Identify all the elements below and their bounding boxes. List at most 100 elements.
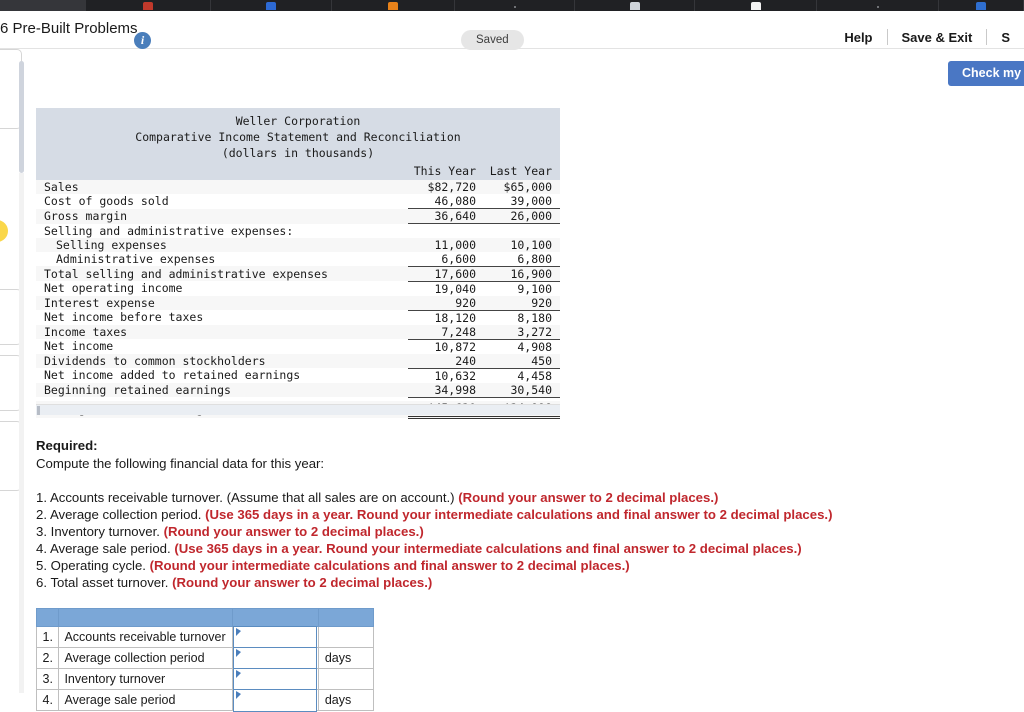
required-item-note: (Use 365 days in a year. Round your inte… <box>174 541 802 556</box>
browser-tab-8[interactable] <box>817 0 939 11</box>
answer-input-cell[interactable] <box>232 626 319 649</box>
statement-value-last-year: 10,100 <box>484 237 560 252</box>
statement-value-this-year: 34,998 <box>408 382 484 398</box>
statement-row: Net income 10,872 4,908 <box>36 339 560 354</box>
answer-row-unit <box>317 668 375 690</box>
required-item-number: 6. <box>36 575 47 590</box>
browser-tab-9[interactable] <box>939 0 1024 11</box>
browser-tab-3[interactable] <box>211 0 332 11</box>
help-button[interactable]: Help <box>830 30 886 45</box>
required-item-text: Total asset turnover. <box>50 575 173 590</box>
answer-row-number: 3. <box>35 668 60 690</box>
header-actions: Help Save & Exit S <box>830 29 1024 45</box>
statement-row: Net income before taxes 18,120 8,180 <box>36 310 560 325</box>
statement-horizontal-scrollbar[interactable] <box>36 404 560 415</box>
required-section: Required: Compute the following financia… <box>36 437 916 591</box>
answer-input[interactable] <box>233 668 318 691</box>
required-item: 2. Average collection period. (Use 365 d… <box>36 506 916 523</box>
financial-statement: Weller Corporation Comparative Income St… <box>36 108 560 419</box>
answer-row-label: Average collection period <box>58 647 234 669</box>
browser-tab-2[interactable] <box>86 0 211 11</box>
answer-input-cell[interactable] <box>232 689 319 712</box>
cell-marker-icon <box>236 670 242 678</box>
required-item-text: Accounts receivable turnover. (Assume th… <box>49 490 459 505</box>
scrollbar-track[interactable] <box>19 173 24 693</box>
answer-table-header-row <box>35 608 375 627</box>
statement-row: Sales $82,720 $65,000 <box>36 180 560 194</box>
scrollbar-thumb[interactable] <box>19 61 24 173</box>
browser-tab-strip <box>0 0 1024 11</box>
answer-table-row: 1. Accounts receivable turnover <box>35 626 375 649</box>
check-my-work-button[interactable]: Check my work <box>948 61 1024 86</box>
statement-value-this-year: 11,000 <box>408 237 484 252</box>
answer-table-head <box>35 608 375 627</box>
statement-row-label: Total selling and administrative expense… <box>36 266 408 281</box>
browser-tab-1[interactable] <box>0 0 86 11</box>
statement-row-label: Beginning retained earnings <box>36 382 408 397</box>
required-item-note: (Round your answer to 2 decimal places.) <box>172 575 433 590</box>
answer-input-cell[interactable] <box>232 647 319 670</box>
statement-title-2: Comparative Income Statement and Reconci… <box>36 129 560 145</box>
statement-row: Cost of goods sold 46,080 39,000 <box>36 194 560 209</box>
required-item: 1. Accounts receivable turnover. (Assume… <box>36 489 916 506</box>
statement-row: Administrative expenses 6,600 6,800 <box>36 251 560 267</box>
statement-row-label: Sales <box>36 180 408 194</box>
browser-tab-5[interactable] <box>455 0 575 11</box>
browser-tab-4[interactable] <box>332 0 455 11</box>
required-item: 5. Operating cycle. (Round your intermed… <box>36 557 916 574</box>
required-item: 6. Total asset turnover. (Round your ans… <box>36 574 916 591</box>
required-item-note: (Round your intermediate calculations an… <box>149 558 630 573</box>
statement-title-3: (dollars in thousands) <box>36 145 560 161</box>
statement-row-label: Selling expenses <box>36 237 408 252</box>
required-item-text: Average sale period. <box>49 541 175 556</box>
statement-row: Gross margin 36,640 26,000 <box>36 208 560 224</box>
statement-row-label: Net operating income <box>36 281 408 296</box>
tab-favicon-icon <box>143 2 153 10</box>
save-and-exit-button[interactable]: Save & Exit <box>888 30 987 45</box>
answer-row-unit: days <box>317 647 375 669</box>
statement-title-row-2: Comparative Income Statement and Reconci… <box>36 129 560 145</box>
answer-input-cell[interactable] <box>232 668 319 691</box>
statement-value-last-year: 4,908 <box>484 339 560 354</box>
statement-value-last-year: 450 <box>484 353 560 369</box>
required-item-number: 4. <box>36 541 47 556</box>
statement-value-last-year: 6,800 <box>484 251 560 267</box>
statement-row: Net income added to retained earnings 10,… <box>36 368 560 383</box>
cell-marker-icon <box>236 628 242 636</box>
browser-tab-6[interactable] <box>575 0 695 11</box>
statement-title-1: Weller Corporation <box>36 108 560 129</box>
left-panel-indicator-circle[interactable] <box>0 220 8 242</box>
statement-head: Weller Corporation Comparative Income St… <box>36 108 560 180</box>
page-title: 6 Pre-Built Problems <box>0 20 138 37</box>
statement-scroll-thumb[interactable] <box>37 406 40 415</box>
answer-input[interactable] <box>233 689 318 712</box>
answer-input[interactable] <box>233 626 318 649</box>
answer-input[interactable] <box>233 647 318 670</box>
statement-value-last-year: $65,000 <box>484 180 560 194</box>
statement-value-this-year: 920 <box>408 295 484 311</box>
required-item-note: (Round your answer to 2 decimal places.) <box>458 490 719 505</box>
statement-row-label: Interest expense <box>36 295 408 310</box>
statement-row-label: Selling and administrative expenses: <box>36 223 408 238</box>
statement-value-last-year: 8,180 <box>484 310 560 325</box>
statement-row-label: Cost of goods sold <box>36 194 408 209</box>
answer-row-label: Accounts receivable turnover <box>58 626 234 648</box>
statement-row-label: Net income before taxes <box>36 310 408 325</box>
answer-table-row: 3. Inventory turnover <box>35 668 375 691</box>
required-heading: Required: <box>36 438 98 453</box>
submit-button[interactable]: S <box>987 30 1024 45</box>
statement-row: Selling and administrative expenses: <box>36 223 560 238</box>
answer-row-unit <box>317 626 375 648</box>
info-icon[interactable]: i <box>134 32 151 49</box>
answer-table: 1. Accounts receivable turnover 2. Average … <box>35 608 375 712</box>
tab-favicon-icon <box>976 2 986 10</box>
tab-favicon-icon <box>388 2 398 10</box>
required-item-number: 5. <box>36 558 47 573</box>
statement-title-row-3: (dollars in thousands) <box>36 145 560 161</box>
browser-tab-7[interactable] <box>695 0 817 11</box>
statement-row-label: Net income <box>36 339 408 354</box>
cell-marker-icon <box>236 691 242 699</box>
statement-value-last-year: 30,540 <box>484 382 560 398</box>
statement-value-last-year: 16,900 <box>484 266 560 282</box>
statement-value-this-year: 240 <box>408 353 484 369</box>
